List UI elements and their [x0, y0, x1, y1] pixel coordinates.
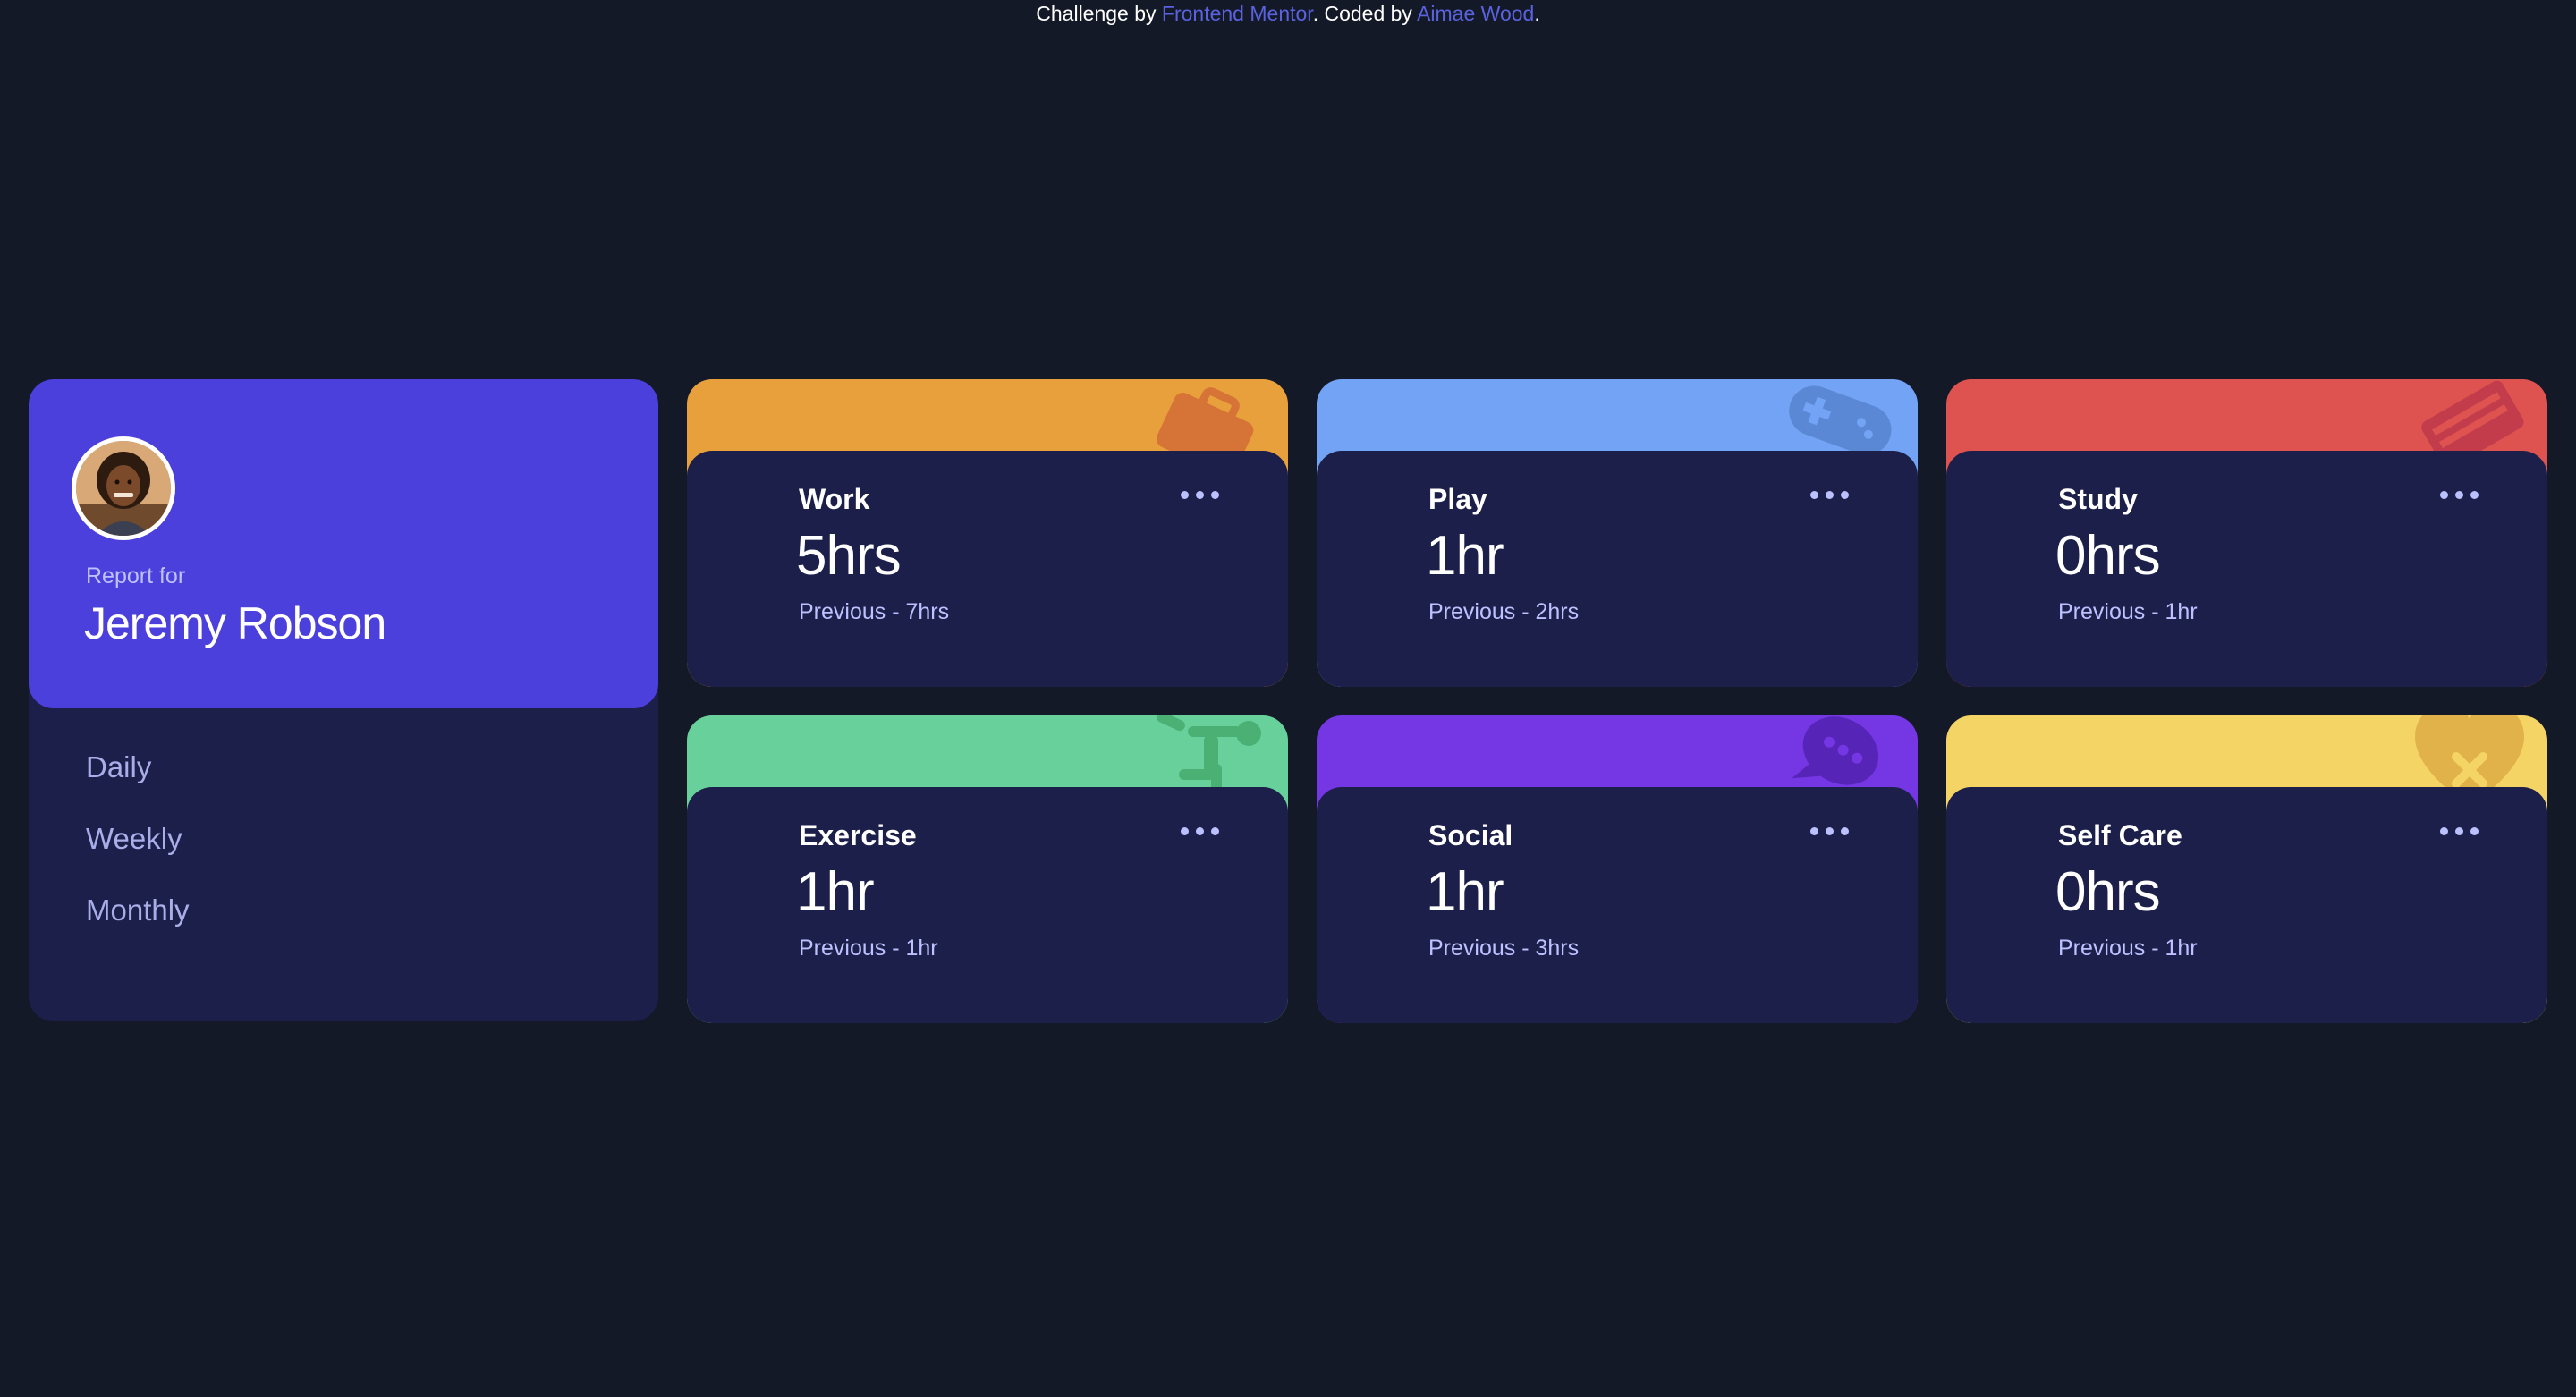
activity-previous: Previous - 2hrs — [1428, 599, 1580, 624]
avatar-photo — [76, 441, 171, 536]
activity-title: Play — [1428, 483, 1487, 515]
activity-card-play: Play 1hr Previous - 2hrs — [1317, 379, 1918, 687]
activity-card-social: Social 1hr Previous - 3hrs — [1317, 715, 1918, 1023]
activity-current: 0hrs — [2055, 525, 2161, 587]
ellipsis-icon[interactable] — [2440, 488, 2479, 501]
activity-title: Study — [2058, 483, 2138, 515]
ellipsis-icon[interactable] — [1181, 488, 1220, 501]
activity-body: Exercise 1hr Previous - 1hr — [687, 787, 1288, 1023]
activity-previous: Previous - 3hrs — [1428, 936, 1580, 961]
attribution: Challenge by Frontend Mentor. Coded by A… — [0, 0, 2576, 27]
timeframe-daily[interactable]: Daily — [86, 746, 190, 817]
avatar — [72, 436, 175, 540]
report-for-label: Report for — [86, 563, 186, 588]
timeframe-monthly[interactable]: Monthly — [86, 889, 190, 961]
activity-card-self-care: Self Care 0hrs Previous - 1hr — [1946, 715, 2547, 1023]
activity-body: Play 1hr Previous - 2hrs — [1317, 451, 1918, 687]
activity-body: Study 0hrs Previous - 1hr — [1946, 451, 2547, 687]
activity-card-exercise: Exercise 1hr Previous - 1hr — [687, 715, 1288, 1023]
ellipsis-icon[interactable] — [1810, 825, 1850, 837]
activity-body: Social 1hr Previous - 3hrs — [1317, 787, 1918, 1023]
attribution-suffix: . — [1534, 2, 1540, 25]
activity-card-work: Work 5hrs Previous - 7hrs — [687, 379, 1288, 687]
activity-current: 1hr — [1426, 525, 1504, 587]
profile-header: Report for Jeremy Robson — [29, 379, 658, 708]
author-link[interactable]: Aimae Wood — [1417, 2, 1534, 25]
activity-current: 1hr — [1426, 861, 1504, 923]
activity-previous: Previous - 1hr — [2058, 599, 2198, 624]
activity-current: 5hrs — [796, 525, 902, 587]
activity-title: Self Care — [2058, 819, 2182, 851]
activity-title: Work — [799, 483, 870, 515]
activity-body: Work 5hrs Previous - 7hrs — [687, 451, 1288, 687]
profile-card: Report for Jeremy Robson Daily Weekly Mo… — [29, 379, 658, 1021]
activity-current: 0hrs — [2055, 861, 2161, 923]
frontend-mentor-link[interactable]: Frontend Mentor — [1162, 2, 1313, 25]
attribution-prefix: Challenge by — [1036, 2, 1157, 25]
activity-current: 1hr — [796, 861, 875, 923]
activity-previous: Previous - 1hr — [2058, 936, 2198, 961]
timeframe-weekly[interactable]: Weekly — [86, 817, 190, 889]
ellipsis-icon[interactable] — [1810, 488, 1850, 501]
activity-previous: Previous - 7hrs — [799, 599, 950, 624]
ellipsis-icon[interactable] — [1181, 825, 1220, 837]
activity-body: Self Care 0hrs Previous - 1hr — [1946, 787, 2547, 1023]
activity-card-study: Study 0hrs Previous - 1hr — [1946, 379, 2547, 687]
profile-name: Jeremy Robson — [84, 598, 386, 648]
timeframe-list: Daily Weekly Monthly — [86, 746, 190, 961]
activity-title: Social — [1428, 819, 1513, 851]
ellipsis-icon[interactable] — [2440, 825, 2479, 837]
activity-title: Exercise — [799, 819, 917, 851]
activity-previous: Previous - 1hr — [799, 936, 938, 961]
attribution-middle: . Coded by — [1312, 2, 1412, 25]
